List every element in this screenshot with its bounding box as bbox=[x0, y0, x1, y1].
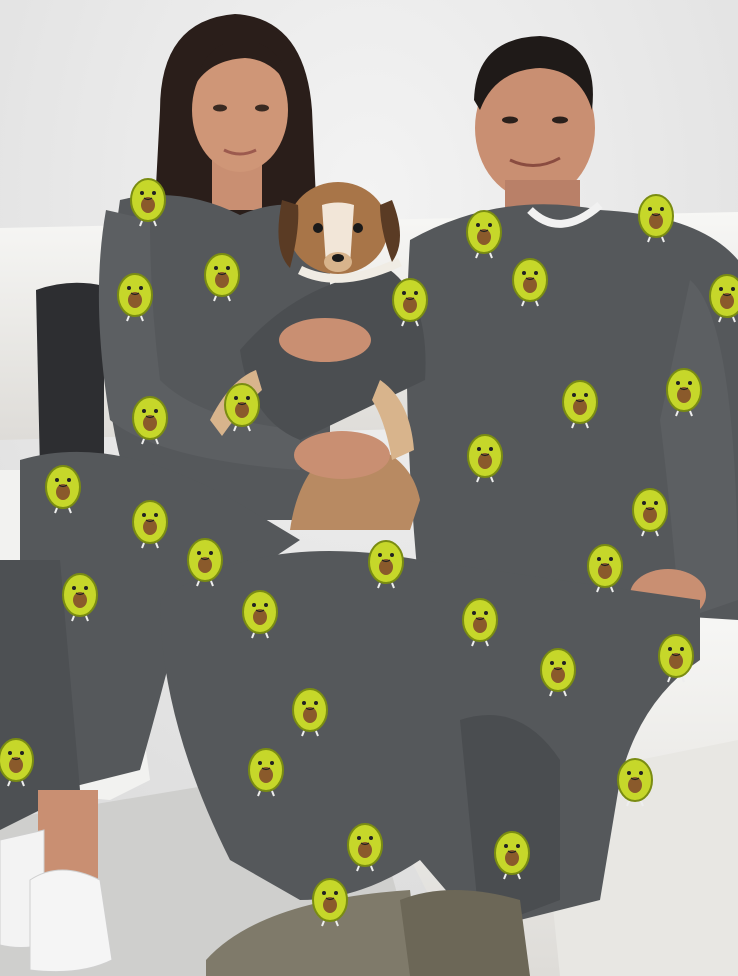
woman-hand-bottom bbox=[294, 431, 390, 479]
photo bbox=[0, 0, 738, 976]
photo-canvas bbox=[0, 0, 738, 976]
woman-hand-top bbox=[279, 318, 371, 362]
man-slipper-right bbox=[400, 890, 530, 976]
woman-sneaker-right bbox=[29, 869, 113, 973]
pillow bbox=[36, 282, 104, 475]
